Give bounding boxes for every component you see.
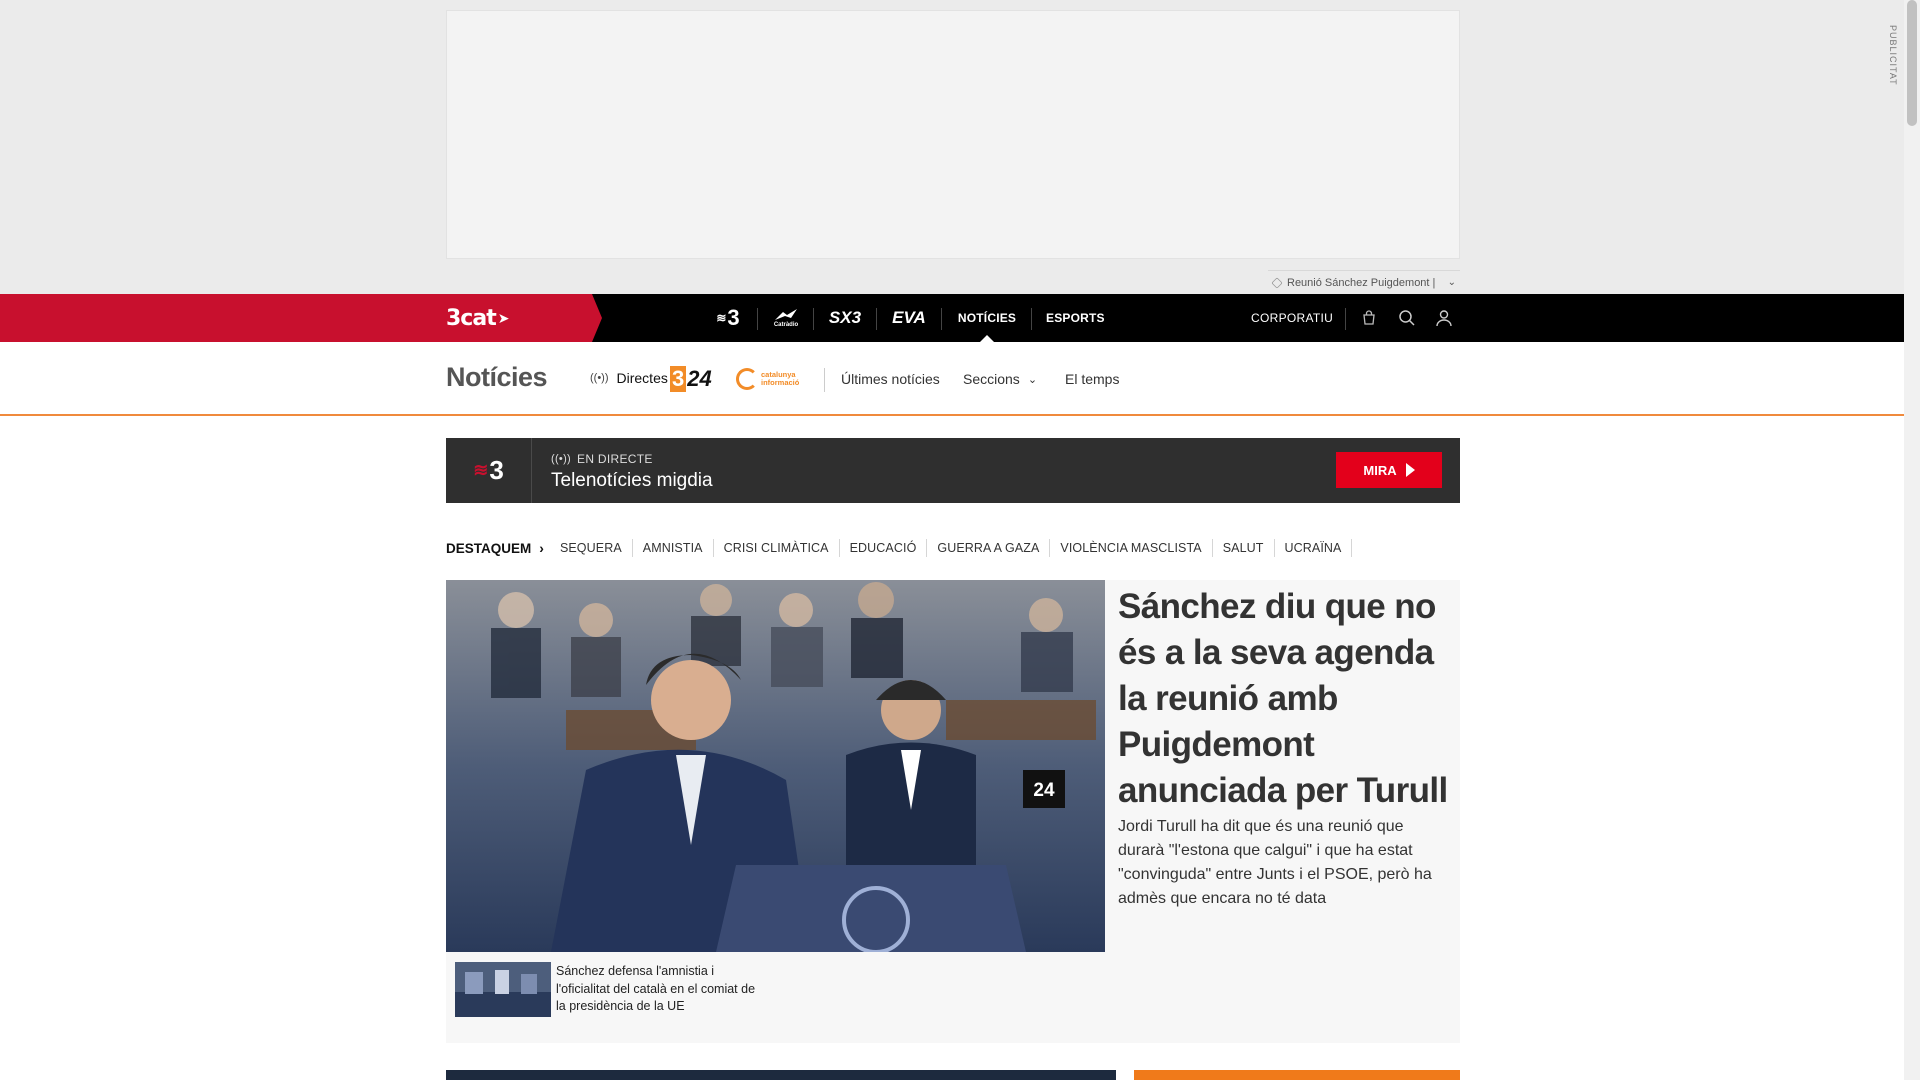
section-header: Notícies ((•)) Directes 3 24 catalunya in… <box>0 342 1904 416</box>
topic-amnistia[interactable]: AMNISTIA <box>633 539 714 557</box>
nav-noticies[interactable]: NOTÍCIES <box>957 294 1017 342</box>
related-headline: Sánchez defensa l'amnistia i l'oficialit… <box>556 964 756 1013</box>
seccions-label: Seccions <box>963 371 1020 387</box>
live-program-title: Telenotícies migdia <box>551 470 713 491</box>
topic-ucraina[interactable]: UCRAÏNA <box>1275 539 1353 557</box>
topic-salut[interactable]: SALUT <box>1213 539 1275 557</box>
catradio-logo-icon <box>775 309 797 320</box>
chevron-down-icon[interactable]: ⌄ <box>1448 277 1456 288</box>
ad-label: PUBLICITAT <box>1888 25 1898 86</box>
channel-eva-link[interactable]: EVA <box>886 294 932 342</box>
topic-text: Reunió Sánchez Puigdemont | <box>1287 276 1436 289</box>
channel-3-label: 3 <box>727 305 740 330</box>
seccions-dropdown[interactable]: Seccions ⌄ <box>963 371 1037 387</box>
channel-catradio-label: Catràdio <box>773 322 799 328</box>
brand-text: 3cat <box>446 306 497 331</box>
channel-catradio-link[interactable]: Catràdio <box>766 294 806 342</box>
topic-strip[interactable]: Reunió Sánchez Puigdemont | ⌄ <box>1268 270 1460 294</box>
mira-label: MIRA <box>1363 462 1397 478</box>
page-scrollbar[interactable] <box>1904 0 1920 1080</box>
el-temps-link[interactable]: El temps <box>1065 371 1119 387</box>
seat-number-text: 24 <box>1033 780 1055 801</box>
related-thumbnail[interactable] <box>455 962 551 1017</box>
nav-corporatiu[interactable]: CORPORATIU <box>1251 294 1333 342</box>
scroll-thumb[interactable] <box>1907 0 1917 126</box>
channel-3-logo: ≋ 3 <box>446 438 532 503</box>
brand-area <box>0 294 602 342</box>
ad-zone: PUBLICITAT Reunió Sánchez Puigdemont | ⌄ <box>0 0 1904 294</box>
chevron-down-icon: ⌄ <box>1027 373 1038 386</box>
nav-divider <box>1031 308 1032 330</box>
live-tag-label: EN DIRECTE <box>577 452 653 466</box>
logo-3cat[interactable]: 3cat ➤ <box>446 306 510 331</box>
channel-divider <box>876 308 877 330</box>
user-button[interactable] <box>1432 294 1456 342</box>
channel-sx3-link[interactable]: SX3 <box>822 294 868 342</box>
nav-divider <box>1345 308 1346 330</box>
lead-article: 24 Sánchez diu que no és a la seva agend… <box>446 580 1460 1043</box>
channel-divider <box>813 308 814 330</box>
ci-label: catalunya informació <box>761 370 800 387</box>
channel-divider <box>757 308 758 330</box>
nav-esports[interactable]: ESPORTS <box>1046 294 1105 342</box>
mira-button[interactable]: MIRA <box>1336 452 1442 488</box>
destaquem-bar: DESTAQUEM › SEQUERA AMNISTIA CRISI CLIMÀ… <box>446 538 1353 558</box>
channel-divider <box>941 308 942 330</box>
directes-link[interactable]: ((•)) Directes <box>590 370 668 386</box>
topic-guerra-gaza[interactable]: GUERRA A GAZA <box>927 539 1051 557</box>
shopping-bag-icon <box>1357 306 1381 330</box>
page-title[interactable]: Notícies <box>446 362 548 393</box>
channel-3-link[interactable]: ≋ 3 <box>707 294 749 342</box>
logo-324[interactable]: 3 24 <box>670 366 712 392</box>
chevron-right-icon: › <box>539 540 544 556</box>
article-summary: Jordi Turull ha dit que és una reunió qu… <box>1118 818 1432 907</box>
ci-circle-icon <box>736 368 758 390</box>
live-broadcast-icon: ((•)) <box>590 372 609 384</box>
main-nav: 3cat ➤ ≋ 3 Catràdio SX3 EVA NOTÍCIES ESPO… <box>0 294 1904 342</box>
directes-label: Directes <box>616 370 668 386</box>
user-icon <box>1432 306 1456 330</box>
related-article[interactable]: Sánchez defensa l'amnistia i l'oficialit… <box>455 962 766 1017</box>
ad-banner[interactable]: PUBLICITAT <box>446 10 1898 259</box>
live-tag: ((•)) EN DIRECTE <box>551 452 653 466</box>
corporatiu-label: CORPORATIU <box>1251 311 1334 325</box>
ultimes-noticies-link[interactable]: Últimes notícies <box>841 371 940 387</box>
logo-catalunya-informacio[interactable]: catalunya informació <box>736 368 831 390</box>
article-image[interactable]: 24 <box>446 580 1105 952</box>
topic-sequera[interactable]: SEQUERA <box>550 539 633 557</box>
topic-educacio[interactable]: EDUCACIÓ <box>840 539 928 557</box>
shop-button[interactable] <box>1357 294 1381 342</box>
search-button[interactable] <box>1395 294 1419 342</box>
search-icon <box>1395 306 1419 330</box>
play-icon <box>1405 463 1415 477</box>
next-promo-card[interactable] <box>1134 1070 1460 1080</box>
topic-crisi-climatica[interactable]: CRISI CLIMÀTICA <box>714 539 840 557</box>
topic-violencia-masclista[interactable]: VIOLÈNCIA MASCLISTA <box>1050 539 1213 557</box>
live-banner[interactable]: ≋ 3 ((•)) EN DIRECTE Telenotícies migdia … <box>446 438 1460 503</box>
destaquem-label[interactable]: DESTAQUEM › <box>446 540 544 556</box>
section-divider <box>824 368 825 392</box>
next-article-image[interactable] <box>446 1070 1116 1080</box>
brand-arrow-icon: ➤ <box>497 310 510 327</box>
article-headline[interactable]: Sánchez diu que no és a la seva agenda l… <box>1118 584 1453 814</box>
live-broadcast-icon: ((•)) <box>551 453 572 465</box>
tag-icon <box>1271 276 1283 289</box>
